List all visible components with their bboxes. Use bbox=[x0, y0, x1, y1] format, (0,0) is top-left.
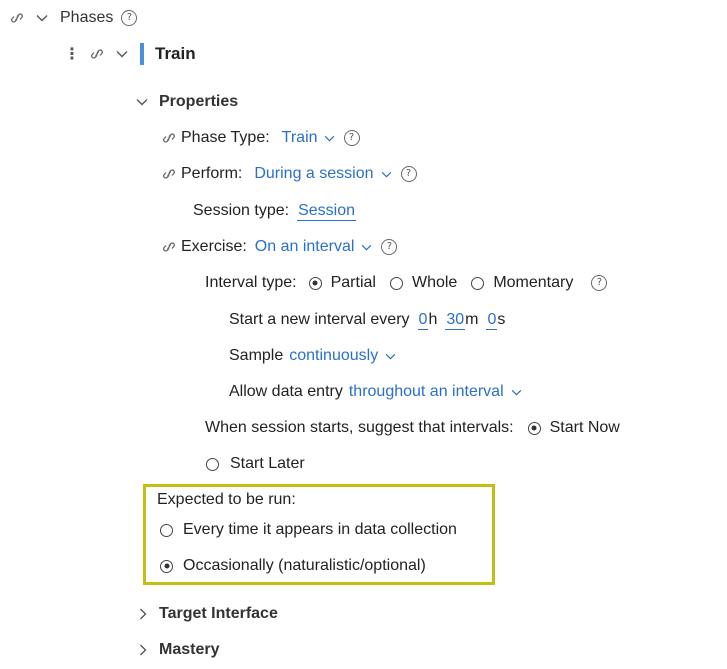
perform-dropdown[interactable]: During a session bbox=[254, 165, 373, 183]
start-later-row: Start Later bbox=[206, 453, 305, 475]
chevron-down-icon[interactable] bbox=[324, 135, 335, 142]
chevron-down-icon[interactable] bbox=[511, 389, 522, 396]
new-interval-label: Start a new interval every bbox=[229, 311, 410, 328]
radio-partial[interactable] bbox=[308, 276, 322, 290]
session-starts-row: When session starts, suggest that interv… bbox=[205, 417, 620, 439]
phases-title: Phases bbox=[60, 9, 114, 26]
perform-row: Perform: During a session ? bbox=[160, 163, 417, 185]
interval-option-label: Momentary bbox=[493, 274, 574, 291]
chevron-down-icon[interactable] bbox=[385, 353, 396, 360]
session-type-field[interactable]: Session bbox=[297, 202, 356, 221]
chevron-down-icon[interactable] bbox=[112, 50, 132, 58]
seconds-unit: s bbox=[497, 311, 506, 328]
help-icon[interactable]: ? bbox=[591, 275, 608, 291]
expected-option-row: Occasionally (naturalistic/optional) bbox=[160, 555, 426, 577]
interval-type-label: Interval type: bbox=[205, 274, 297, 291]
radio-momentary[interactable] bbox=[471, 276, 485, 290]
interval-option-label: Partial bbox=[330, 274, 376, 291]
properties-header[interactable]: Properties bbox=[135, 91, 238, 113]
help-icon[interactable]: ? bbox=[381, 239, 398, 255]
mastery-header[interactable]: Mastery bbox=[137, 639, 219, 661]
exercise-row: Exercise: On an interval ? bbox=[160, 236, 398, 258]
phase-type-dropdown[interactable]: Train bbox=[282, 129, 318, 147]
radio-occasionally[interactable] bbox=[160, 559, 173, 573]
phases-header: Phases ? bbox=[8, 7, 138, 29]
properties-title: Properties bbox=[159, 93, 239, 110]
chevron-right-icon[interactable] bbox=[137, 608, 149, 620]
perform-label: Perform: bbox=[181, 165, 243, 182]
interval-seconds-input[interactable]: 0 bbox=[486, 311, 498, 330]
phase-type-label: Phase Type: bbox=[181, 129, 270, 146]
radio-start-later[interactable] bbox=[206, 457, 219, 471]
chevron-down-icon[interactable] bbox=[361, 244, 372, 251]
allow-entry-label: Allow data entry bbox=[229, 383, 343, 400]
chevron-right-icon[interactable] bbox=[137, 644, 149, 656]
exercise-label: Exercise: bbox=[181, 238, 247, 255]
expected-option-row: Every time it appears in data collection bbox=[160, 519, 457, 541]
help-icon[interactable]: ? bbox=[343, 130, 360, 146]
expected-option-label: Occasionally (naturalistic/optional) bbox=[183, 557, 426, 574]
start-option-label: Start Later bbox=[230, 455, 305, 472]
chevron-down-icon[interactable] bbox=[135, 98, 149, 106]
minutes-unit: m bbox=[465, 311, 479, 328]
start-option-label: Start Now bbox=[549, 419, 620, 436]
interval-hours-input[interactable]: 0 bbox=[417, 311, 429, 330]
link-icon[interactable] bbox=[8, 12, 26, 24]
sample-row: Sample continuously bbox=[229, 345, 396, 367]
link-icon[interactable] bbox=[88, 48, 106, 60]
interval-type-row: Interval type: Partial Whole Momentary ? bbox=[205, 272, 608, 294]
phase-type-row: Phase Type: Train ? bbox=[160, 127, 360, 149]
mastery-title: Mastery bbox=[159, 641, 220, 658]
link-icon[interactable] bbox=[160, 241, 178, 253]
drag-handle-icon[interactable]: ⋮ bbox=[64, 44, 80, 64]
help-icon[interactable]: ? bbox=[400, 166, 417, 182]
phase-row: ⋮ bbox=[64, 43, 132, 65]
chevron-down-icon[interactable] bbox=[381, 171, 392, 178]
interval-minutes-input[interactable]: 30 bbox=[445, 311, 466, 330]
sample-label: Sample bbox=[229, 347, 284, 364]
exercise-dropdown[interactable]: On an interval bbox=[255, 238, 355, 256]
phase-name: Train bbox=[155, 44, 196, 63]
session-starts-label: When session starts, suggest that interv… bbox=[205, 419, 514, 436]
interval-option-label: Whole bbox=[411, 274, 458, 291]
sample-dropdown[interactable]: continuously bbox=[289, 347, 378, 365]
expected-run-label: Expected to be run: bbox=[157, 491, 296, 508]
new-interval-row: Start a new interval every 0 h 30 m 0 s bbox=[229, 309, 505, 331]
radio-every-time[interactable] bbox=[160, 523, 173, 537]
phase-color-bar bbox=[140, 43, 144, 65]
expected-option-label: Every time it appears in data collection bbox=[183, 521, 457, 538]
radio-whole[interactable] bbox=[389, 276, 403, 290]
session-type-row: Session type: Session bbox=[193, 200, 356, 222]
target-interface-title: Target Interface bbox=[159, 605, 278, 622]
hours-unit: h bbox=[428, 311, 438, 328]
target-interface-header[interactable]: Target Interface bbox=[137, 603, 278, 625]
allow-entry-dropdown[interactable]: throughout an interval bbox=[349, 383, 504, 401]
link-icon[interactable] bbox=[160, 168, 178, 180]
session-type-label: Session type: bbox=[193, 202, 290, 219]
help-icon[interactable]: ? bbox=[121, 10, 138, 26]
radio-start-now[interactable] bbox=[527, 421, 541, 435]
chevron-down-icon[interactable] bbox=[32, 14, 52, 22]
link-icon[interactable] bbox=[160, 132, 178, 144]
allow-entry-row: Allow data entry throughout an interval bbox=[229, 381, 522, 403]
